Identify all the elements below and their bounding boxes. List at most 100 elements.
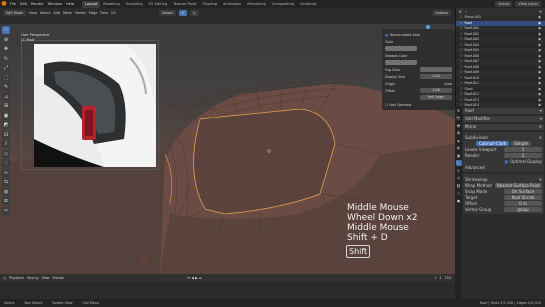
pin-icon[interactable]: ⌖ bbox=[540, 108, 542, 114]
blender-logo-icon[interactable]: ● bbox=[0, 0, 8, 8]
loop-cut-tool-icon[interactable]: ⊟ bbox=[2, 130, 10, 139]
rip-tool-icon[interactable]: ✂ bbox=[2, 206, 10, 215]
offset-field[interactable]: 0 m bbox=[504, 200, 542, 206]
knife-tool-icon[interactable]: ⫽ bbox=[2, 140, 10, 148]
end-frame-field[interactable]: 250 bbox=[445, 276, 451, 280]
subdivision-name[interactable]: Subdivision bbox=[465, 135, 488, 140]
physics-tab-icon[interactable]: ◎ bbox=[456, 175, 462, 181]
tab-uv-editing[interactable]: UV Editing bbox=[146, 1, 171, 8]
keying-menu[interactable]: Keying bbox=[27, 276, 38, 280]
close-icon[interactable]: ✕ bbox=[539, 177, 542, 182]
shrinkwrap-name[interactable]: Shrinkwrap bbox=[465, 177, 488, 182]
search-icon[interactable]: ⌕ bbox=[465, 10, 467, 14]
view-menu[interactable]: View bbox=[29, 11, 37, 15]
add-menu[interactable]: Add bbox=[53, 11, 60, 15]
wrap-method-dropdown[interactable]: Nearest Surface Point bbox=[494, 182, 542, 188]
display-size-field[interactable]: 1.00 bbox=[420, 73, 452, 80]
simple-button[interactable]: Simple bbox=[511, 140, 531, 146]
close-icon[interactable]: ✕ bbox=[539, 124, 542, 130]
particles-tab-icon[interactable]: ✶ bbox=[456, 168, 462, 174]
tab-sculpting[interactable]: Sculpting bbox=[123, 1, 146, 8]
levels-viewport-field[interactable]: 1 bbox=[504, 146, 542, 152]
constraints-tab-icon[interactable]: ⛓ bbox=[456, 183, 462, 189]
edge-slide-tool-icon[interactable]: ⇆ bbox=[2, 178, 10, 186]
move-tool-icon[interactable]: ✥ bbox=[2, 45, 10, 53]
start-frame-field[interactable]: 1 bbox=[439, 276, 441, 280]
close-icon[interactable]: ✕ bbox=[539, 135, 542, 140]
tab-texture-paint[interactable]: Texture Paint bbox=[170, 1, 199, 8]
annotate-tool-icon[interactable]: ✎ bbox=[2, 83, 10, 91]
offset-field[interactable]: 1.00 bbox=[420, 87, 452, 94]
play-controls-icon[interactable]: ⏮ ◀ ▶ ⏭ bbox=[187, 276, 202, 280]
target-field[interactable]: Roof Shrink bbox=[504, 194, 542, 200]
proportional-edit-icon[interactable]: ◎ bbox=[189, 9, 199, 16]
fog-color-field[interactable] bbox=[420, 66, 452, 73]
data-tab-icon[interactable]: △ bbox=[456, 190, 462, 196]
add-modifier-button[interactable]: Add Modifier ▾ bbox=[463, 116, 544, 122]
current-frame-field[interactable]: 1 bbox=[434, 276, 436, 280]
rotate-tool-icon[interactable]: ↻ bbox=[2, 54, 10, 63]
color-swatch[interactable] bbox=[385, 45, 417, 52]
shear-tool-icon[interactable]: ⧄ bbox=[2, 197, 10, 205]
cursor-tool-icon[interactable]: ⊕ bbox=[2, 35, 10, 44]
face-menu[interactable]: Face bbox=[100, 11, 108, 15]
shrink-fatten-tool-icon[interactable]: ◍ bbox=[2, 187, 10, 196]
origin-value[interactable]: Area bbox=[444, 82, 452, 86]
uv-menu[interactable]: UV bbox=[111, 11, 116, 15]
world-tab-icon[interactable]: ◐ bbox=[456, 145, 462, 151]
modifier-tab-icon[interactable]: 🔧 bbox=[455, 160, 462, 166]
material-tab-icon[interactable]: ● bbox=[456, 198, 462, 204]
vertex-menu[interactable]: Vertex bbox=[75, 11, 86, 15]
view-layer-tab-icon[interactable]: ▤ bbox=[456, 130, 462, 136]
view-layer-selector[interactable]: View Layer bbox=[515, 1, 541, 7]
optimal-display-checkbox[interactable]: ■ bbox=[504, 159, 508, 164]
menu-render[interactable]: Render bbox=[29, 2, 46, 6]
mirror-modifier-header[interactable]: Mirror ✕ bbox=[463, 124, 544, 130]
tab-modeling[interactable]: Modeling bbox=[100, 1, 122, 8]
advanced-section[interactable]: Advanced bbox=[465, 165, 485, 170]
object-tab-icon[interactable]: ▣ bbox=[456, 153, 462, 159]
menu-help[interactable]: Help bbox=[64, 2, 76, 6]
last-operator-checkbox[interactable]: ☐ Last Operator bbox=[385, 103, 412, 107]
timeline-view-menu[interactable]: View bbox=[42, 276, 50, 280]
spin-tool-icon[interactable]: ◌ bbox=[2, 159, 10, 167]
transform-tool-icon[interactable]: ⬚ bbox=[2, 73, 10, 82]
scale-tool-icon[interactable]: ⤢ bbox=[2, 64, 10, 72]
measure-tool-icon[interactable]: ⊿ bbox=[2, 92, 10, 101]
scene-selector[interactable]: Scene bbox=[495, 1, 513, 7]
snap-mode-dropdown[interactable]: On Surface bbox=[504, 188, 542, 194]
tab-compositing[interactable]: Compositing bbox=[269, 1, 298, 8]
marker-menu[interactable]: Marker bbox=[53, 276, 65, 280]
outliner-editor-icon[interactable]: ☰ bbox=[459, 10, 462, 14]
mirror-modifier-name[interactable]: Mirror bbox=[465, 124, 477, 130]
recalculated-axes-row[interactable]: ■ Recalculated Axes bbox=[385, 31, 452, 38]
tab-rendering[interactable]: Rendering bbox=[244, 1, 268, 8]
object-name[interactable]: Roof bbox=[465, 108, 474, 114]
checkbox-icon[interactable]: ■ bbox=[385, 33, 388, 37]
tab-animation[interactable]: Animation bbox=[220, 1, 244, 8]
tab-layout[interactable]: Layout bbox=[82, 0, 101, 8]
scene-tab-icon[interactable]: ◈ bbox=[456, 138, 462, 144]
poly-build-tool-icon[interactable]: ◇ bbox=[2, 149, 10, 158]
inset-tool-icon[interactable]: ▣ bbox=[2, 111, 10, 120]
mode-dropdown[interactable]: Edit Mode bbox=[3, 9, 26, 16]
render-tab-icon[interactable]: 📷 bbox=[456, 115, 462, 121]
bevel-tool-icon[interactable]: ◩ bbox=[2, 121, 10, 129]
mesh-menu[interactable]: Mesh bbox=[63, 11, 72, 15]
playback-menu[interactable]: Playback bbox=[9, 276, 24, 280]
options-dropdown[interactable]: Options bbox=[431, 9, 451, 16]
transform-orientation[interactable]: Global bbox=[158, 9, 176, 16]
shadow-color-swatch[interactable] bbox=[385, 59, 417, 66]
select-menu[interactable]: Select bbox=[40, 11, 50, 15]
set-origin-button[interactable]: Set Origin bbox=[420, 94, 452, 101]
vertex-group-field[interactable]: group bbox=[504, 206, 542, 212]
tab-scripting[interactable]: Scripting bbox=[297, 1, 319, 8]
edge-menu[interactable]: Edge bbox=[89, 11, 98, 15]
menu-edit[interactable]: Edit bbox=[18, 2, 29, 6]
filter-icon[interactable]: ⧩ bbox=[539, 10, 542, 14]
tab-shading[interactable]: Shading bbox=[199, 1, 220, 8]
select-box-tool-icon[interactable]: ▭ bbox=[2, 26, 10, 34]
smooth-tool-icon[interactable]: ≈ bbox=[2, 168, 10, 177]
output-tab-icon[interactable]: 🖶 bbox=[456, 123, 462, 129]
tool-tab-icon[interactable]: ⚒ bbox=[456, 108, 462, 114]
